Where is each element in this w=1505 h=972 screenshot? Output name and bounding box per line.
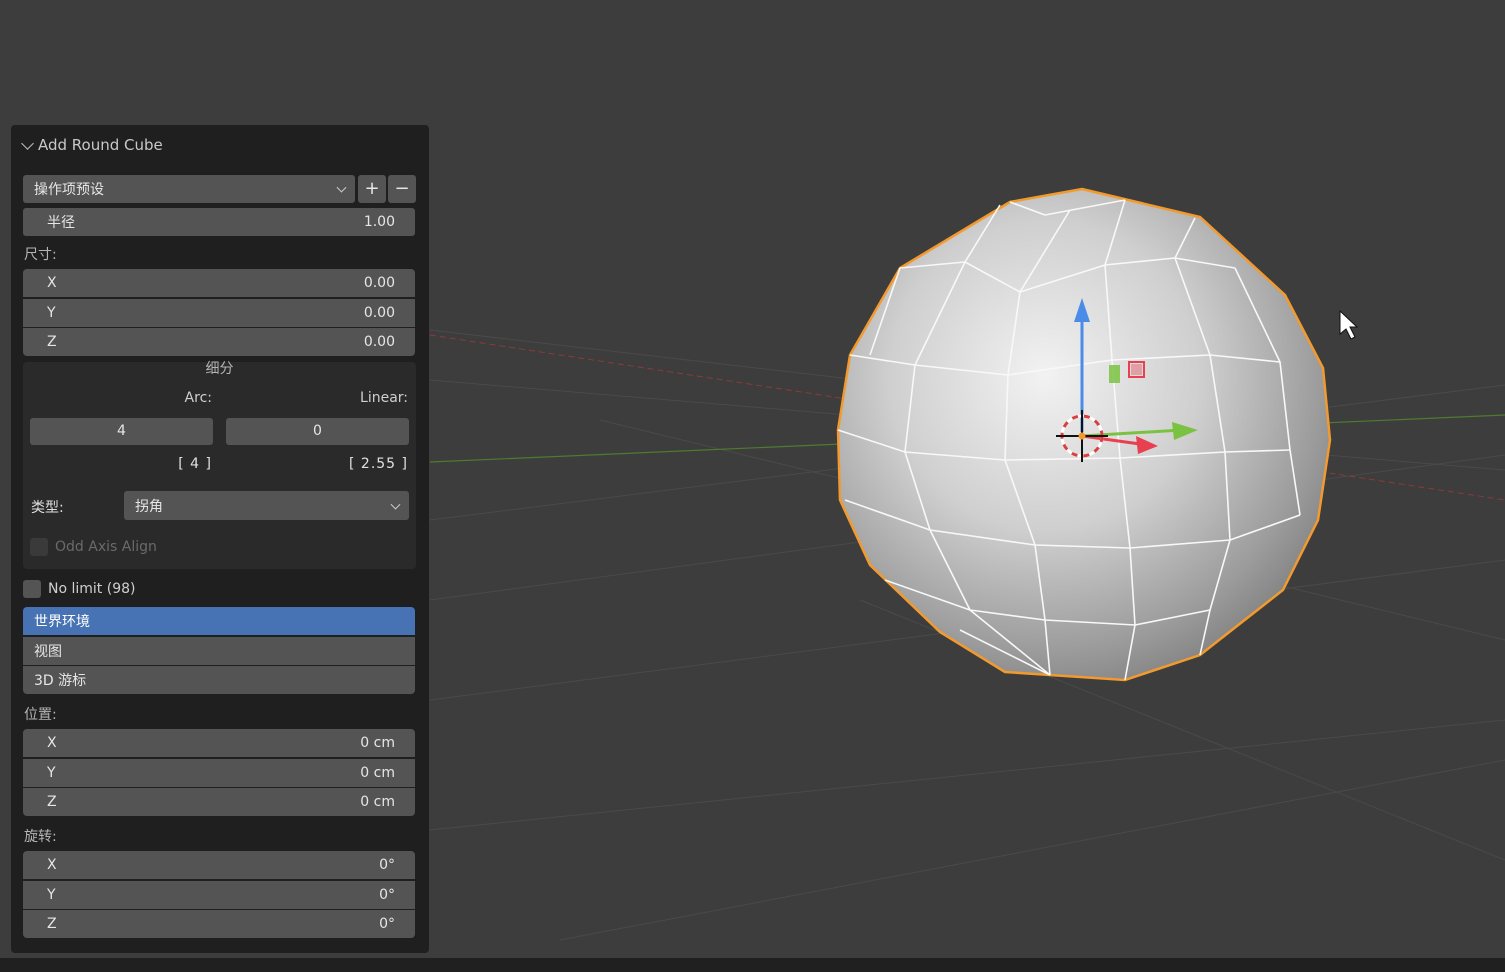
dimensions-group: X0.00 Y0.00 Z0.00 [23, 269, 415, 356]
no-limit-checkbox[interactable] [23, 580, 41, 598]
chevron-down-icon [337, 183, 347, 193]
linear-info: [ 2.55 ] [225, 456, 408, 472]
type-value: 拐角 [135, 496, 163, 516]
align-world-option[interactable]: 世界环境 [23, 607, 415, 635]
radius-field[interactable]: 半径 1.00 [23, 208, 415, 236]
plus-icon[interactable]: + [358, 175, 386, 203]
dimension-y-field[interactable]: Y0.00 [23, 299, 415, 327]
align-3d-cursor-option[interactable]: 3D 游标 [23, 666, 415, 694]
linear-field[interactable]: 0 [226, 418, 409, 445]
status-bar [0, 958, 1505, 972]
no-limit-label: No limit (98) [48, 581, 135, 597]
radius-value: 1.00 [364, 214, 395, 230]
arc-info: [ 4 ] [29, 456, 212, 472]
preset-value: 操作项预设 [34, 179, 104, 199]
dimension-z-field[interactable]: Z0.00 [23, 328, 415, 356]
panel-header[interactable]: Add Round Cube [23, 135, 163, 155]
minus-icon[interactable]: − [388, 175, 416, 203]
location-label: 位置: [24, 704, 57, 724]
operator-panel: Add Round Cube 操作项预设 + − 半径 1.00 尺寸: X0.… [11, 125, 429, 953]
arc-field[interactable]: 4 [30, 418, 213, 445]
location-group: X0 cm Y0 cm Z0 cm [23, 729, 415, 816]
location-y-field[interactable]: Y0 cm [23, 759, 415, 787]
rotation-group: X0° Y0° Z0° [23, 851, 415, 938]
align-list: 世界环境 视图 3D 游标 [23, 607, 415, 694]
radius-label: 半径 [47, 212, 75, 232]
chevron-down-icon[interactable] [21, 137, 34, 150]
rotation-z-field[interactable]: Z0° [23, 910, 415, 938]
panel-title: Add Round Cube [38, 136, 163, 154]
location-z-field[interactable]: Z0 cm [23, 788, 415, 816]
rotation-label: 旋转: [24, 826, 57, 846]
rotation-y-field[interactable]: Y0° [23, 881, 415, 909]
rotation-x-field[interactable]: X0° [23, 851, 415, 879]
odd-axis-align-checkbox[interactable] [30, 538, 48, 556]
dimension-x-field[interactable]: X0.00 [23, 269, 415, 297]
arc-label: Arc: [29, 390, 212, 406]
odd-axis-align-label: Odd Axis Align [55, 539, 157, 555]
preset-dropdown[interactable]: 操作项预设 [23, 175, 355, 203]
dimensions-label: 尺寸: [24, 244, 57, 264]
type-dropdown[interactable]: 拐角 [124, 491, 409, 520]
location-x-field[interactable]: X0 cm [23, 729, 415, 757]
type-label: 类型: [31, 497, 64, 517]
linear-label: Linear: [225, 390, 408, 406]
subdivisions-label: 细分 [23, 358, 416, 378]
align-view-option[interactable]: 视图 [23, 637, 415, 665]
chevron-down-icon [391, 499, 401, 509]
subdivisions-panel: 细分 Arc: Linear: 4 0 [ 4 ] [ 2.55 ] 类型: 拐… [23, 362, 416, 569]
